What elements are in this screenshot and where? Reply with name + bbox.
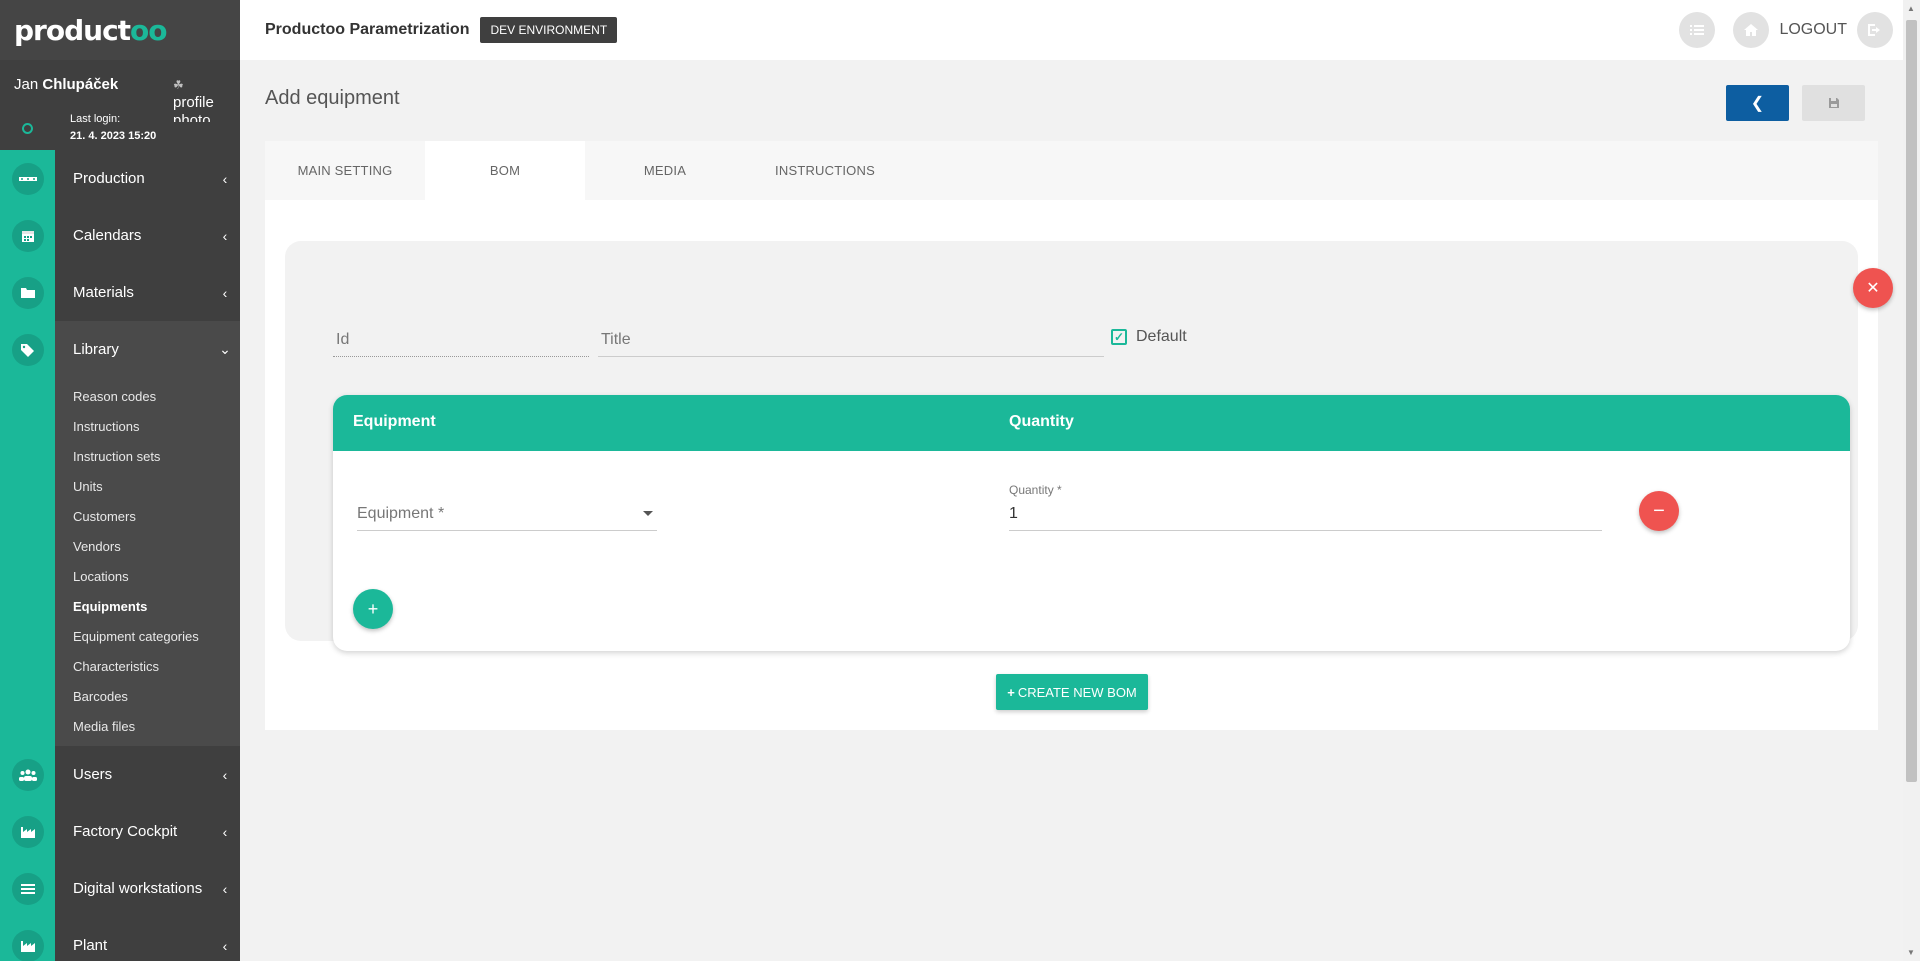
submenu-item[interactable]: Media files bbox=[0, 712, 240, 742]
create-new-bom-button[interactable]: + CREATE NEW BOM bbox=[996, 674, 1148, 710]
plus-icon: + bbox=[367, 598, 379, 619]
equipment-table: Equipment Quantity Equipment * Quantity … bbox=[333, 395, 1850, 651]
user-name: Jan Chlupáček bbox=[14, 76, 119, 93]
quantity-input[interactable]: Quantity * 1 bbox=[1009, 483, 1602, 531]
column-header-equipment: Equipment bbox=[353, 413, 436, 430]
nav-item-production[interactable]: Production ‹ bbox=[0, 150, 240, 207]
list-icon bbox=[11, 872, 44, 905]
submenu-item-active[interactable]: Equipments bbox=[0, 592, 240, 622]
submenu-item[interactable]: Reason codes bbox=[0, 382, 240, 412]
scroll-down-arrow-icon[interactable]: ▼ bbox=[1907, 948, 1915, 957]
submenu-item[interactable]: Units bbox=[0, 472, 240, 502]
close-icon: ✕ bbox=[1866, 280, 1880, 297]
bom-panel: ✕ Id Title ✓ Default Equipment Quantity … bbox=[265, 200, 1893, 730]
logo-bar: productoo bbox=[0, 0, 240, 60]
header-actions: LOGOUT bbox=[1679, 12, 1893, 48]
column-header-quantity: Quantity bbox=[1009, 413, 1074, 430]
nav-item-plant[interactable]: Plant ‹ bbox=[0, 917, 240, 961]
chevron-left-icon: ‹ bbox=[222, 880, 228, 897]
logout-icon bbox=[1868, 24, 1880, 36]
tab-main-setting[interactable]: MAIN SETTING bbox=[265, 141, 425, 200]
users-icon bbox=[11, 758, 44, 791]
remove-bom-button[interactable]: ✕ bbox=[1853, 268, 1893, 308]
chevron-left-icon: ‹ bbox=[222, 227, 228, 244]
title-input[interactable]: Title bbox=[598, 321, 1104, 357]
scroll-thumb[interactable] bbox=[1906, 20, 1917, 782]
equipment-select[interactable]: Equipment * bbox=[357, 495, 657, 531]
plant-icon bbox=[11, 929, 44, 961]
table-header: Equipment Quantity bbox=[333, 395, 1850, 451]
dropdown-caret-icon bbox=[643, 511, 653, 516]
chevron-left-icon: ❮ bbox=[1750, 95, 1765, 112]
save-icon bbox=[1828, 98, 1839, 108]
submenu-item[interactable]: Equipment categories bbox=[0, 622, 240, 652]
calendar-icon bbox=[11, 219, 44, 252]
broken-image-icon: ☘ bbox=[173, 78, 184, 92]
nav-item-factory-cockpit[interactable]: Factory Cockpit ‹ bbox=[0, 803, 240, 860]
checkmark-icon: ✓ bbox=[1111, 329, 1127, 345]
chevron-left-icon: ‹ bbox=[222, 766, 228, 783]
bom-card: ✕ Id Title ✓ Default Equipment Quantity … bbox=[285, 241, 1893, 651]
submenu-item[interactable]: Instructions bbox=[0, 412, 240, 442]
logout-button[interactable] bbox=[1857, 12, 1893, 48]
profile-photo[interactable]: ☘ profile photo bbox=[173, 76, 223, 122]
submenu-item[interactable]: Locations bbox=[0, 562, 240, 592]
submenu-item[interactable]: Customers bbox=[0, 502, 240, 532]
tabs: MAIN SETTING BOM MEDIA INSTRUCTIONS bbox=[265, 141, 1878, 200]
library-submenu: Reason codes Instructions Instruction se… bbox=[0, 378, 240, 746]
conveyor-icon bbox=[11, 162, 44, 195]
chevron-left-icon: ‹ bbox=[222, 823, 228, 840]
home-icon bbox=[1744, 24, 1759, 36]
nav-item-calendars[interactable]: Calendars ‹ bbox=[0, 207, 240, 264]
chevron-left-icon: ‹ bbox=[222, 284, 228, 301]
id-input[interactable]: Id bbox=[333, 321, 589, 357]
tab-bom[interactable]: BOM bbox=[425, 141, 585, 200]
remove-row-button[interactable]: − bbox=[1639, 491, 1679, 531]
chevron-left-icon: ‹ bbox=[222, 170, 228, 187]
submenu-item[interactable]: Characteristics bbox=[0, 652, 240, 682]
folder-open-icon bbox=[11, 276, 44, 309]
chevron-down-icon: ⌄ bbox=[219, 341, 231, 357]
back-button[interactable]: ❮ bbox=[1726, 85, 1789, 121]
default-checkbox[interactable]: ✓ Default bbox=[1111, 328, 1187, 346]
nav-item-digital-workstations[interactable]: Digital workstations ‹ bbox=[0, 860, 240, 917]
factory-icon bbox=[11, 815, 44, 848]
page-scrollbar[interactable]: ▲ ▼ bbox=[1903, 0, 1920, 961]
save-button[interactable] bbox=[1802, 85, 1865, 121]
menu-list-button[interactable] bbox=[1679, 12, 1716, 48]
add-row-button[interactable]: + bbox=[353, 589, 393, 629]
tags-icon bbox=[11, 333, 44, 366]
plus-icon: + bbox=[1007, 684, 1015, 700]
brand-logo[interactable]: productoo bbox=[14, 14, 168, 47]
logout-link[interactable]: LOGOUT bbox=[1779, 21, 1847, 39]
top-header: Productoo Parametrization DEV ENVIRONMEN… bbox=[240, 0, 1903, 60]
environment-badge: DEV ENVIRONMENT bbox=[480, 17, 618, 43]
app-title: Productoo Parametrization bbox=[265, 21, 470, 38]
list-icon bbox=[1690, 25, 1705, 35]
tab-instructions[interactable]: INSTRUCTIONS bbox=[745, 141, 905, 200]
last-login: Last login: 21. 4. 2023 15:20 bbox=[70, 113, 157, 142]
submenu-item[interactable]: Vendors bbox=[0, 532, 240, 562]
submenu-item[interactable]: Instruction sets bbox=[0, 442, 240, 472]
scroll-up-arrow-icon[interactable]: ▲ bbox=[1907, 4, 1915, 13]
submenu-item[interactable]: Barcodes bbox=[0, 682, 240, 712]
chevron-left-icon: ‹ bbox=[222, 937, 228, 954]
tab-media[interactable]: MEDIA bbox=[585, 141, 745, 200]
nav-item-materials[interactable]: Materials ‹ bbox=[0, 264, 240, 321]
minus-icon: − bbox=[1653, 499, 1665, 522]
page-title: Add equipment bbox=[265, 87, 400, 109]
online-status-icon bbox=[22, 123, 33, 134]
user-panel: Jan Chlupáček Last login: 21. 4. 2023 15… bbox=[0, 60, 240, 150]
home-button[interactable] bbox=[1733, 12, 1770, 48]
sidebar: productoo Jan Chlupáček Last login: 21. … bbox=[0, 0, 240, 961]
main-nav: Production ‹ Calendars ‹ Materials ‹ Lib… bbox=[0, 150, 240, 961]
nav-item-users[interactable]: Users ‹ bbox=[0, 746, 240, 803]
nav-item-library[interactable]: Library ⌄ bbox=[0, 321, 240, 378]
